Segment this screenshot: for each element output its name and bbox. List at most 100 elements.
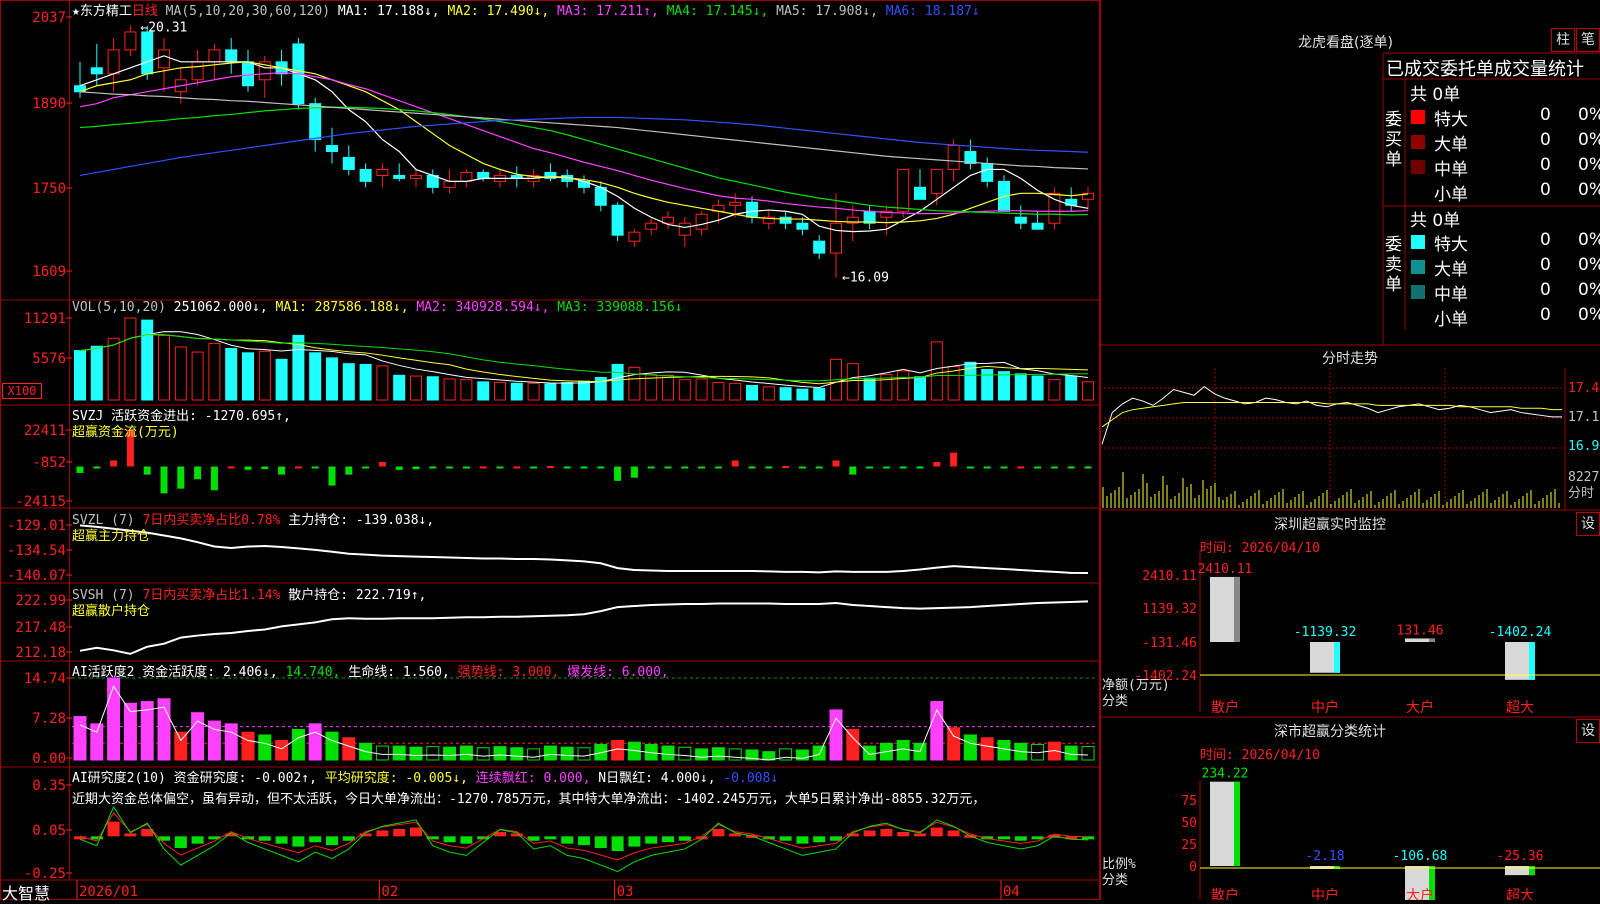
period-label[interactable]: 日线 [132,4,158,19]
high-annotation: ←20.31 [140,20,187,35]
ai-research-bar [376,830,389,837]
chart-y-tick: 25 [1181,838,1197,853]
svzj-bar [395,466,403,470]
ai-research-bar [292,836,305,847]
volume-bar [998,371,1010,401]
detail-view-button[interactable]: 笔 [1576,28,1600,52]
panel-frames [0,0,1100,900]
volume-bar [158,334,170,401]
ai-research-bar [124,833,137,837]
ai-active-header: AI活跃度2 资金活跃度: 2.406↓, 14.740, 生命线: 1.560… [72,661,669,680]
category-ylabel2: 分类 [1102,873,1128,888]
stock-title[interactable]: ★东方精工 [72,4,132,19]
svsh-subtitle: 超赢散户持仓 [72,604,151,619]
main-chart-area[interactable]: ←20.31 ←16.09 2037 1890 1750 1609 11291 5576 22… [0,0,1100,900]
bar-view-button[interactable]: 柱 [1551,28,1575,52]
candle-body [410,174,422,179]
ai-research-bar [998,836,1010,840]
svzj-bar [882,466,890,469]
svzj-bar [362,466,370,469]
svzl-header-item: 7日内买卖净占比0.78% [134,513,281,528]
ai-research-bar [779,836,792,841]
svzj-bar [244,466,252,470]
svzj-bar [916,466,924,469]
y-tick-label: 14.74 [24,671,66,687]
intraday-avg-line [1101,401,1562,428]
volume-bar [930,341,943,401]
svzj-bar [1050,466,1058,469]
candle-body [729,201,742,206]
candle-body [242,61,254,87]
svzj-bar [294,466,302,469]
volume-bar [578,380,590,401]
candle-body [779,216,792,224]
svzj-bar [160,466,168,494]
ai-research-bar [594,836,607,849]
candle-body [225,49,238,63]
ai-active-bar [308,723,322,761]
row-value: 0 [1540,305,1551,325]
candle-body [930,168,943,194]
brand-logo: 大智慧 [2,884,51,903]
candle-body [914,186,926,200]
svzj-bar [227,466,235,469]
row-name: 小单 [1434,310,1468,330]
row-swatch [1411,260,1425,274]
ai-research-header-item: -0.008↓ [715,771,779,786]
svzj-bar [412,466,420,470]
volume-bar [410,375,422,401]
ai-research-bar [930,827,943,837]
volume-bar [897,370,910,401]
intraday-chart[interactable]: 17.40 17.19 16.98 8227分时 [1100,368,1600,510]
svzj-bar [1017,466,1025,469]
ai-research-bar [107,821,120,837]
svsh-header-item: 散户持仓: 222.719↑, [280,588,427,603]
row-name: 大单 [1434,135,1468,155]
y-tick-label: 1890 [32,96,66,112]
volume-bar [1082,381,1094,401]
chart-bar-label: -1139.32 [1294,625,1357,640]
y-tick-label: -134.54 [7,543,66,559]
svzj-bar [546,466,554,469]
ai-active-bar [812,745,826,761]
ai-active-bar [980,737,994,761]
ai-research-bar [309,836,322,843]
ai-research-bar [947,830,960,837]
ai-research-bar [1014,836,1027,841]
ai-active-bar [73,716,87,761]
volume-bar [275,358,288,401]
volume-bar [443,378,456,401]
ai-research-header-item: N日飘红: 4.000↓, [590,771,716,786]
ai-research-bar [897,831,910,837]
vol-header-item: VOL(5,10,20) [72,300,166,315]
svzj-bar [798,466,806,469]
ai-research-header-item: 资金研究度: -0.002↑, [165,771,317,786]
volume-bar [477,381,490,401]
volume-bar [695,378,708,401]
row-value: 0 [1540,105,1551,125]
row-name: 中单 [1434,285,1468,305]
svzj-bar [681,466,689,469]
svzj-bar [446,466,454,469]
sz-monitor-settings-button[interactable]: 设 [1576,512,1600,536]
chart-y-tick: 50 [1181,816,1197,831]
candle-body [90,67,103,75]
candle-body [695,213,708,230]
svzj-bar [983,466,991,469]
ai-active-bar [543,745,557,761]
volume-bar [258,350,271,401]
svzj-bar [815,466,823,469]
chart-bar-label: 2410.11 [1198,562,1253,577]
chart-y-tick: -131.46 [1142,636,1197,651]
ai-commentary: 近期大资金总体偏空，虽有异动，但不太活跃，今日大单净流出：-1270.785万元… [72,792,986,807]
volume-bar [662,374,674,401]
sz-category-settings-button[interactable]: 设 [1576,719,1600,743]
ai-active-bar [224,723,238,761]
volume-bar [762,386,775,401]
svzj-bar [328,466,336,486]
svzj-bar [748,466,756,469]
svzj-bar [866,466,874,469]
ai-active-bar [392,745,406,761]
ai-research-bar [326,836,338,846]
candle-body [1031,222,1044,230]
